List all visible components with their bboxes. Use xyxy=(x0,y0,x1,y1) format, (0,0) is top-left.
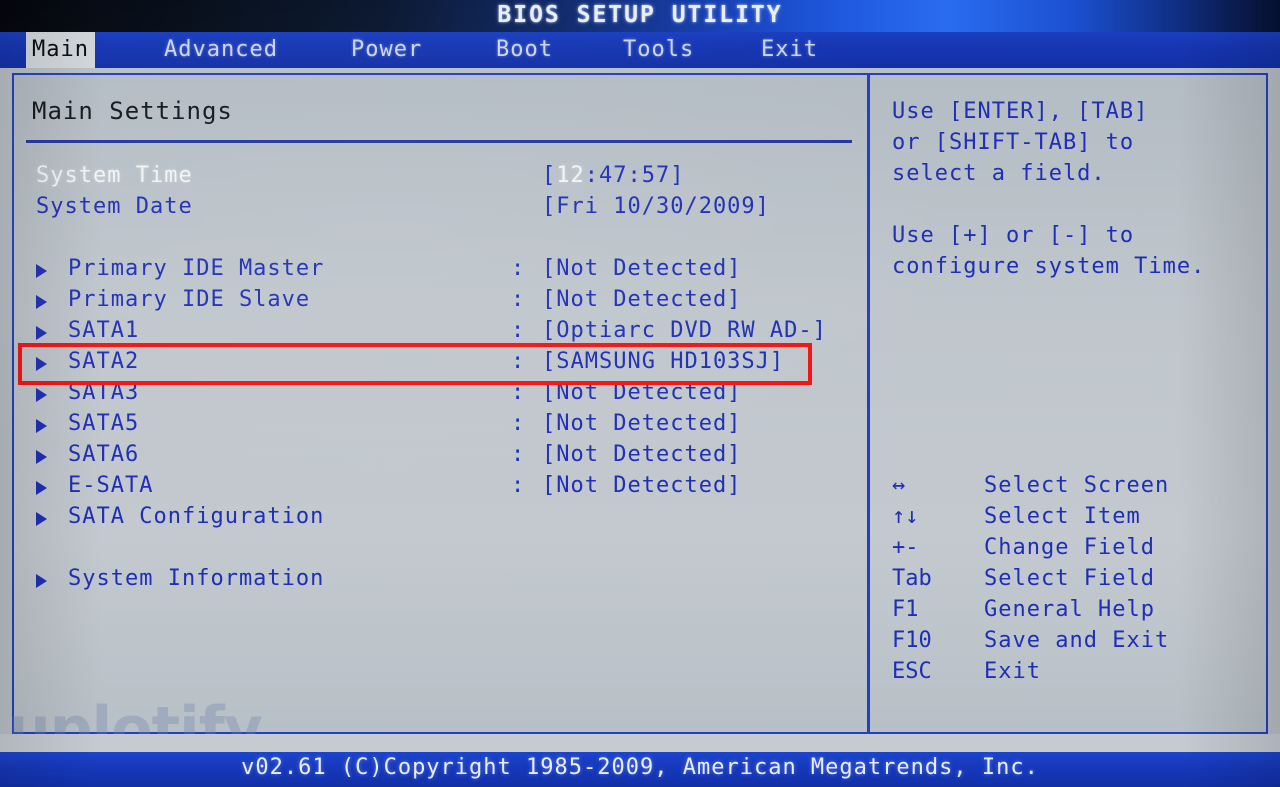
row-value: [Not Detected] xyxy=(542,473,742,498)
help-line: select a field. xyxy=(892,161,1106,186)
help-line: Use [ENTER], [TAB] xyxy=(892,99,1149,124)
system-time-value[interactable]: [12:47:57] xyxy=(542,163,684,188)
row-system-time[interactable]: System Time [12:47:57] xyxy=(14,163,867,194)
row-label: SATA3 xyxy=(68,380,140,405)
submenu-arrow-icon xyxy=(36,450,47,464)
main-settings-pane: Main Settings System Time [12:47:57] Sys… xyxy=(14,75,867,732)
row-sata3[interactable]: SATA3 : [Not Detected] xyxy=(14,380,867,411)
key-hint-label: General Help xyxy=(984,597,1155,622)
row-colon: : xyxy=(511,318,525,343)
row-value: [Not Detected] xyxy=(542,287,742,312)
tab-tools[interactable]: Tools xyxy=(617,32,700,68)
tab-advanced[interactable]: Advanced xyxy=(158,32,284,68)
key-hint-label: Select Screen xyxy=(984,473,1170,498)
help-line: Use [+] or [-] to xyxy=(892,223,1135,248)
arrows-up-down-icon: ↑↓ xyxy=(892,504,919,529)
row-sata1[interactable]: SATA1 : [Optiarc DVD RW AD-] xyxy=(14,318,867,349)
row-label: SATA Configuration xyxy=(68,504,325,529)
help-pane: Use [ENTER], [TAB] or [SHIFT-TAB] to sel… xyxy=(872,75,1268,732)
row-e-sata[interactable]: E-SATA : [Not Detected] xyxy=(14,473,867,504)
submenu-arrow-icon xyxy=(36,264,47,278)
row-colon: : xyxy=(511,349,525,374)
row-label: E-SATA xyxy=(68,473,154,498)
submenu-arrow-icon xyxy=(36,388,47,402)
title-bar: BIOS SETUP UTILITY xyxy=(0,0,1280,32)
title-rule xyxy=(26,140,852,143)
tab-main[interactable]: Main xyxy=(26,32,95,68)
bracket-open: [ xyxy=(542,163,557,188)
row-label: SATA2 xyxy=(68,349,140,374)
row-colon: : xyxy=(511,256,525,281)
submenu-arrow-icon xyxy=(36,574,47,588)
row-colon: : xyxy=(511,380,525,405)
submenu-arrow-icon xyxy=(36,295,47,309)
footer-gap xyxy=(0,734,1280,752)
row-sata2[interactable]: SATA2 : [SAMSUNG HD103SJ] xyxy=(14,349,867,380)
f10-key-icon: F10 xyxy=(892,628,932,653)
key-hint-label: Select Field xyxy=(984,566,1155,591)
row-value: [Not Detected] xyxy=(542,442,742,467)
submenu-arrow-icon xyxy=(36,357,47,371)
submenu-arrow-icon xyxy=(36,419,47,433)
row-label: System Time xyxy=(36,163,193,188)
help-line: configure system Time. xyxy=(892,254,1206,279)
row-system-information[interactable]: System Information xyxy=(14,566,867,597)
row-sata-configuration[interactable]: SATA Configuration xyxy=(14,504,867,535)
row-value: [SAMSUNG HD103SJ] xyxy=(542,349,785,374)
row-value: [Optiarc DVD RW AD-] xyxy=(542,318,827,343)
esc-key-icon: ESC xyxy=(892,659,932,684)
f1-key-icon: F1 xyxy=(892,597,919,622)
submenu-arrow-icon xyxy=(36,326,47,340)
key-hint-label: Change Field xyxy=(984,535,1155,560)
section-title: Main Settings xyxy=(32,97,233,125)
row-colon: : xyxy=(511,473,525,498)
row-label: System Information xyxy=(68,566,325,591)
row-value: [Not Detected] xyxy=(542,256,742,281)
row-sata6[interactable]: SATA6 : [Not Detected] xyxy=(14,442,867,473)
help-line: or [SHIFT-TAB] to xyxy=(892,130,1135,155)
time-rest: :47:57] xyxy=(584,163,685,188)
row-value: [Not Detected] xyxy=(542,380,742,405)
page-title: BIOS SETUP UTILITY xyxy=(497,2,783,28)
row-label: System Date xyxy=(36,194,193,219)
system-date-value[interactable]: [Fri 10/30/2009] xyxy=(542,194,770,219)
row-primary-ide-slave[interactable]: Primary IDE Slave : [Not Detected] xyxy=(14,287,867,318)
plus-minus-icon: +- xyxy=(892,535,919,560)
submenu-arrow-icon xyxy=(36,481,47,495)
footer-bar: v02.61 (C)Copyright 1985-2009, American … xyxy=(0,752,1280,787)
key-hint-label: Exit xyxy=(984,659,1041,684)
tab-exit[interactable]: Exit xyxy=(755,32,824,68)
time-hour-highlight: 12 xyxy=(556,163,585,188)
row-primary-ide-master[interactable]: Primary IDE Master : [Not Detected] xyxy=(14,256,867,287)
row-colon: : xyxy=(511,442,525,467)
copyright-text: v02.61 (C)Copyright 1985-2009, American … xyxy=(241,755,1039,780)
row-colon: : xyxy=(511,411,525,436)
row-system-date[interactable]: System Date [Fri 10/30/2009] xyxy=(14,194,867,225)
row-label: Primary IDE Slave xyxy=(68,287,311,312)
tab-power[interactable]: Power xyxy=(345,32,428,68)
row-sata5[interactable]: SATA5 : [Not Detected] xyxy=(14,411,867,442)
bios-setup-screen: BIOS SETUP UTILITY Main Advanced Power B… xyxy=(0,0,1280,787)
row-label: SATA6 xyxy=(68,442,140,467)
row-label: Primary IDE Master xyxy=(68,256,325,281)
row-label: SATA5 xyxy=(68,411,140,436)
submenu-arrow-icon xyxy=(36,512,47,526)
tab-boot[interactable]: Boot xyxy=(490,32,559,68)
arrows-left-right-icon: ↔ xyxy=(892,473,906,498)
row-value: [Not Detected] xyxy=(542,411,742,436)
row-label: SATA1 xyxy=(68,318,140,343)
tab-key-icon: Tab xyxy=(892,566,932,591)
key-hint-label: Select Item xyxy=(984,504,1141,529)
row-colon: : xyxy=(511,287,525,312)
key-hint-label: Save and Exit xyxy=(984,628,1170,653)
panel-divider xyxy=(867,73,870,734)
menu-bar: Main Advanced Power Boot Tools Exit xyxy=(0,32,1280,68)
